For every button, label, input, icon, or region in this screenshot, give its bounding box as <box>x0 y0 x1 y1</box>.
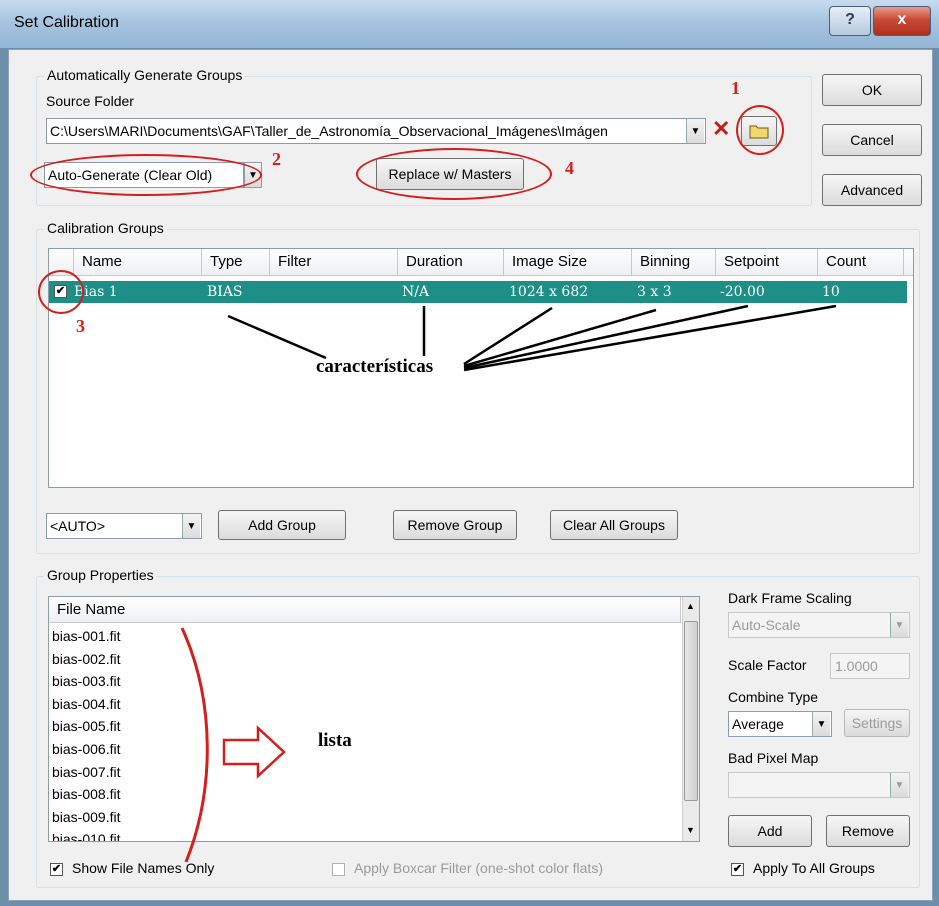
annotation-caracteristicas: características <box>316 356 434 377</box>
annotation-arrow-icon <box>222 725 286 779</box>
annotation-brace-icon <box>180 627 209 863</box>
pointer-line-size <box>463 306 553 366</box>
pointer-line-type <box>227 314 327 360</box>
pointer-line-binning <box>463 308 657 368</box>
annotation-lista: lista <box>318 730 352 751</box>
pointer-line-count <box>463 304 837 372</box>
annotation-lines <box>180 304 837 863</box>
